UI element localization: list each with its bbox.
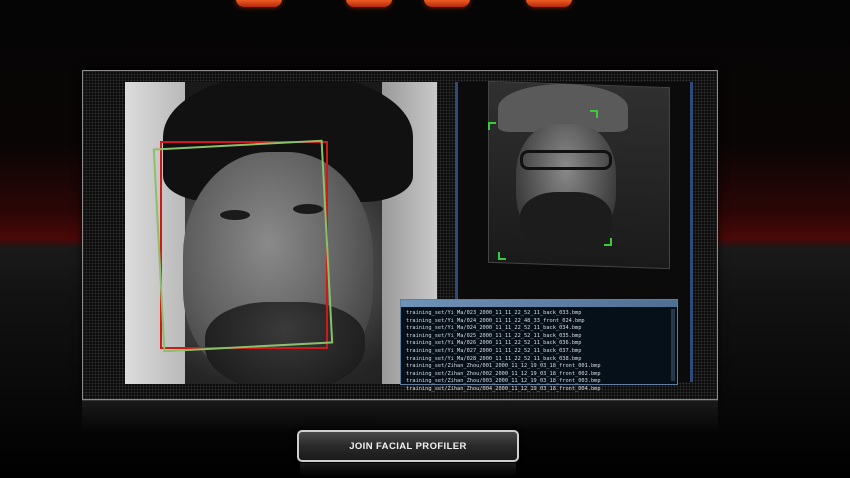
logo-glyph <box>424 0 470 7</box>
logo-glyph <box>236 0 282 7</box>
logo-glyph <box>346 0 392 7</box>
console-line: training_set/Yi_Ma/024_2000_11_11_22_48_… <box>406 317 585 324</box>
landmark-corner <box>604 238 612 246</box>
button-reflection <box>300 463 516 477</box>
console-line: training_set/Yi_Ma/028_2000_11_11_22_52_… <box>406 355 582 362</box>
console-line: training_set/Yi_Ma/025_2000_11_11_22_52_… <box>406 332 582 339</box>
console-line: training_set/Zihan_Zhou/004_2000_11_12_1… <box>406 385 601 392</box>
console-line: training_set/Zihan_Zhou/001_2000_11_12_1… <box>406 363 601 370</box>
console-line: training_set/Yi_Ma/023_2000_11_11_22_52_… <box>406 310 582 316</box>
console-line: training_set/Yi_Ma/024_2000_11_11_22_52_… <box>406 325 582 332</box>
frame-reflection <box>82 400 718 431</box>
console-output: training_set/Yi_Ma/023_2000_11_11_22_52_… <box>401 307 677 397</box>
join-facial-profiler-button[interactable]: JOIN FACIAL PROFILER <box>297 430 519 462</box>
console-window: training_set/Yi_Ma/023_2000_11_11_22_52_… <box>400 299 678 392</box>
console-line: training_set/Yi_Ma/027_2000_11_11_22_52_… <box>406 347 582 354</box>
landmark-corner <box>590 110 598 118</box>
console-line: training_set/Zihan_Zhou/003_2000_11_12_1… <box>406 378 601 385</box>
landmark-corner <box>498 252 506 260</box>
logo-glyph <box>526 0 572 7</box>
console-titlebar <box>401 300 677 307</box>
console-line: training_set/Yi_Ma/026_2000_11_11_22_52_… <box>406 340 582 347</box>
logo-strip <box>220 0 580 8</box>
console-scrollbar[interactable] <box>671 309 675 381</box>
console-line: training_set/Zihan_Zhou/002_2000_11_12_1… <box>406 370 601 377</box>
face-detection-box-green <box>152 139 334 353</box>
landmark-corner <box>488 122 496 130</box>
